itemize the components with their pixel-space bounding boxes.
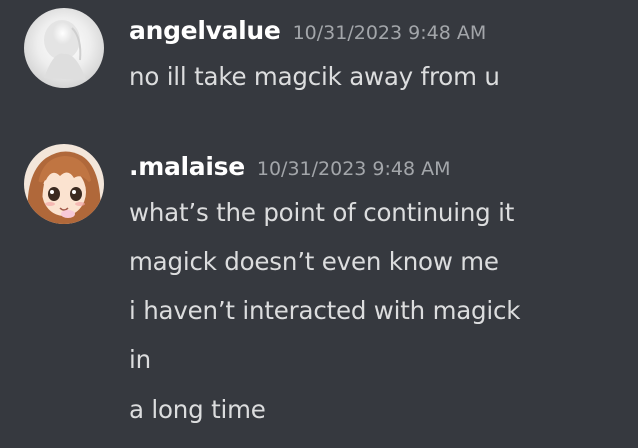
message-text: in	[129, 345, 151, 374]
ghostly-white-figure-avatar-icon	[24, 8, 104, 88]
timestamp[interactable]: 10/31/2023 9:48 AM	[257, 158, 451, 180]
username[interactable]: angelvalue	[129, 16, 281, 45]
timestamp[interactable]: 10/31/2023 9:48 AM	[293, 22, 487, 44]
message-text: magick doesn’t even know me	[129, 247, 499, 276]
message-text: what’s the point of continuing it	[129, 198, 515, 227]
message-header: angelvalue 10/31/2023 9:48 AM	[129, 16, 486, 45]
avatar[interactable]	[24, 8, 104, 88]
message-text: no ill take magcik away from u	[129, 62, 500, 91]
message-text: a long time	[129, 395, 266, 424]
message-header: .malaise 10/31/2023 9:48 AM	[129, 152, 451, 181]
message-group: angelvalue 10/31/2023 9:48 AM no ill take…	[0, 0, 638, 110]
message-text: i haven’t interacted with magick	[129, 296, 521, 325]
anime-girl-avatar-icon	[24, 144, 104, 224]
avatar[interactable]	[24, 144, 104, 224]
message-group: .malaise 10/31/2023 9:48 AM what’s the po…	[0, 135, 638, 448]
username[interactable]: .malaise	[129, 152, 245, 181]
